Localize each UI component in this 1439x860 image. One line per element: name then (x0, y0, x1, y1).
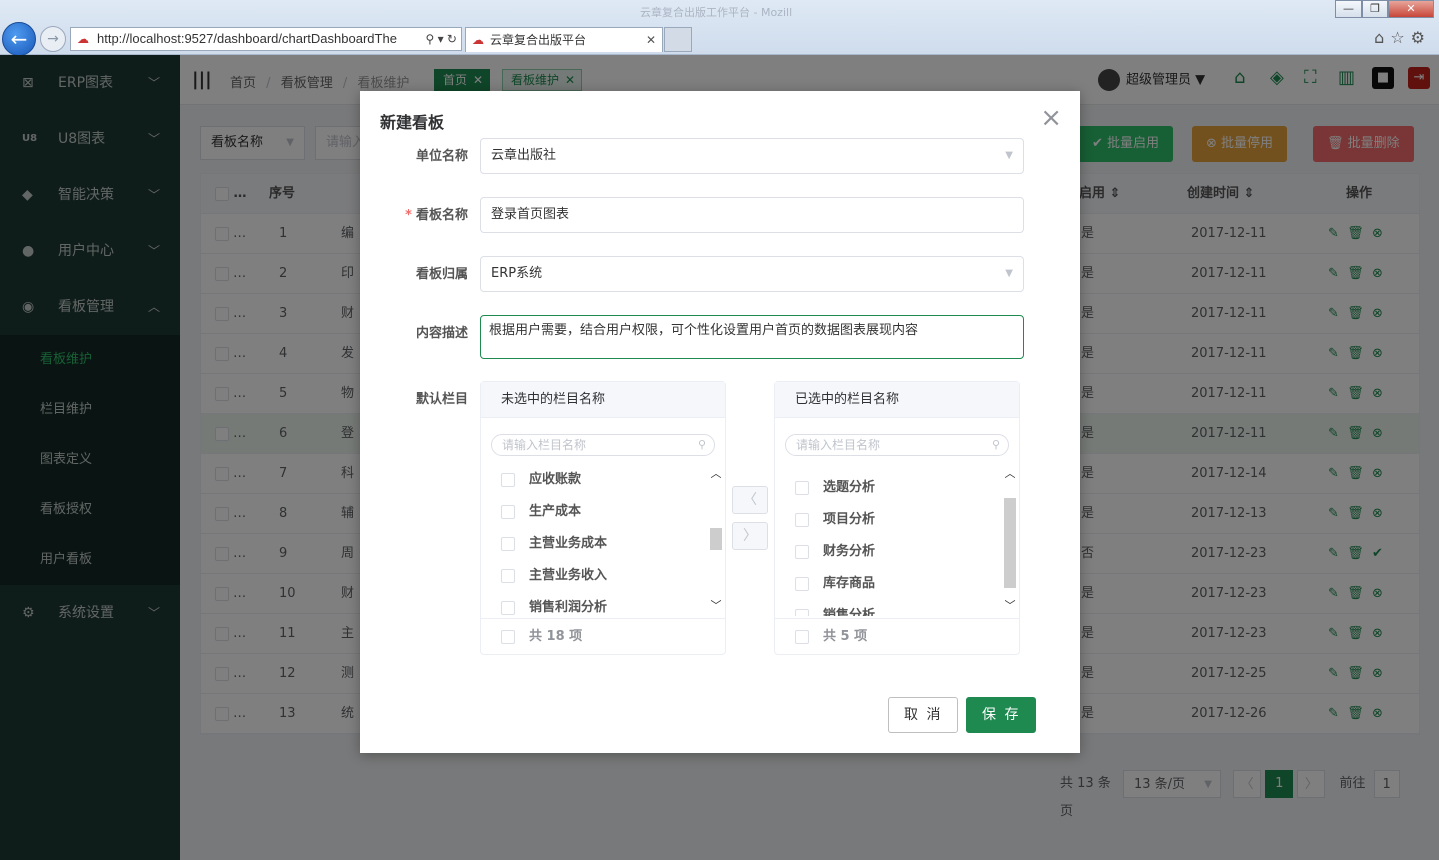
new-tab-button[interactable] (664, 27, 692, 52)
list-item[interactable]: 财务分析 (775, 536, 1003, 568)
browser-tab[interactable]: ☁ 云章复合出版平台 ✕ (465, 27, 663, 52)
search-icon: ⚲ (991, 438, 1000, 451)
list-item[interactable]: 销售利润分析 (481, 592, 709, 616)
close-window-button[interactable]: ✕ (1388, 0, 1434, 18)
move-left-button[interactable]: 〈 (732, 486, 768, 514)
right-list: 选题分析 项目分析 财务分析 库存商品 销售分析 (775, 472, 1003, 616)
forward-button[interactable]: → (40, 26, 66, 52)
minimize-button[interactable]: — (1335, 0, 1362, 18)
checkbox[interactable] (501, 473, 515, 487)
chevron-down-icon: ▼ (1005, 150, 1013, 161)
list-item-label: 应收账款 (529, 472, 582, 487)
left-search-input[interactable]: 请输入栏目名称 ⚲ (491, 434, 715, 456)
list-item-label: 库存商品 (823, 576, 876, 591)
left-select-all[interactable]: 共 18 项 (481, 618, 725, 654)
close-icon[interactable]: × (1040, 103, 1062, 133)
list-item[interactable]: 选题分析 (775, 472, 1003, 504)
checkbox[interactable] (795, 513, 809, 527)
columns-label: 默认栏目 (415, 392, 468, 407)
list-item[interactable]: 库存商品 (775, 568, 1003, 600)
browser-tools[interactable]: ⌂☆⚙ (1374, 28, 1431, 47)
window-title: 云章复合出版工作平台 - Mozill (640, 6, 793, 19)
scroll-down-icon[interactable]: ﹀ (709, 598, 723, 614)
checkbox[interactable] (795, 481, 809, 495)
scroll-up-icon[interactable]: ︿ (709, 466, 723, 482)
move-right-button[interactable]: 〉 (732, 522, 768, 550)
search-icon: ⚲ (697, 438, 706, 451)
left-search-placeholder: 请输入栏目名称 (502, 438, 587, 452)
checkbox[interactable] (501, 569, 515, 583)
list-item-label: 项目分析 (823, 512, 876, 527)
save-button[interactable]: 保 存 (966, 697, 1037, 733)
right-total: 共 5 项 (823, 629, 868, 644)
maximize-button[interactable]: ❐ (1362, 0, 1388, 18)
right-panel-title: 已选中的栏目名称 (775, 382, 1019, 418)
owner-label: 看板归属 (415, 267, 468, 282)
list-item-label: 主营业务收入 (529, 568, 608, 583)
back-button[interactable]: ← (2, 22, 36, 56)
list-item-label: 选题分析 (823, 480, 876, 495)
list-item[interactable]: 主营业务收入 (481, 560, 709, 592)
tab-title: 云章复合出版平台 (490, 33, 587, 47)
address-bar[interactable]: ☁ http://localhost:9527/dashboard/chartD… (70, 27, 462, 51)
left-panel-title: 未选中的栏目名称 (481, 382, 725, 418)
name-label: * 看板名称 (380, 206, 468, 226)
list-item-label: 销售分析 (823, 608, 876, 616)
list-item[interactable]: 生产成本 (481, 496, 709, 528)
checkbox[interactable] (501, 601, 515, 615)
list-item[interactable]: 应收账款 (481, 464, 709, 496)
right-search-input[interactable]: 请输入栏目名称 ⚲ (785, 434, 1009, 456)
unit-label: 单位名称 (415, 149, 468, 164)
scroll-thumb[interactable] (710, 528, 722, 550)
owner-select[interactable]: ERP系统 ▼ (480, 256, 1024, 292)
left-total: 共 18 项 (529, 629, 583, 644)
required-mark: * (405, 208, 412, 223)
checkbox[interactable] (795, 545, 809, 559)
list-item[interactable]: 销售分析 (775, 600, 1003, 616)
list-item-label: 财务分析 (823, 544, 876, 559)
owner-value: ERP系统 (491, 266, 543, 281)
url-text: http://localhost:9527/dashboard/chartDas… (97, 31, 397, 46)
left-scrollbar[interactable]: ︿ ﹀ (709, 466, 723, 614)
checkbox[interactable] (501, 630, 515, 644)
tab-site-icon: ☁ (472, 33, 484, 47)
transfer-right-panel: 已选中的栏目名称 请输入栏目名称 ⚲ 选题分析 项目分析 财务分析 库存商品 销售… (774, 381, 1020, 655)
chevron-down-icon: ▼ (1005, 268, 1013, 279)
list-item[interactable]: 主营业务成本 (481, 528, 709, 560)
dialog-title: 新建看板 (380, 113, 445, 132)
right-scrollbar[interactable]: ︿ ﹀ (1003, 466, 1017, 614)
checkbox[interactable] (795, 609, 809, 616)
unit-value: 云章出版社 (491, 148, 557, 163)
tab-close-icon[interactable]: ✕ (646, 28, 656, 52)
desc-textarea[interactable]: 根据用户需要，结合用户权限，可个性化设置用户首页的数据图表展现内容 (480, 315, 1024, 359)
browser-chrome: 云章复合出版工作平台 - Mozill — ❐ ✕ ← → ☁ http://l… (0, 0, 1439, 56)
list-item[interactable]: 项目分析 (775, 504, 1003, 536)
scroll-down-icon[interactable]: ﹀ (1003, 598, 1017, 614)
desc-label: 内容描述 (415, 326, 468, 341)
checkbox[interactable] (501, 505, 515, 519)
name-input[interactable]: 登录首页图表 (480, 197, 1024, 233)
checkbox[interactable] (795, 577, 809, 591)
left-list: 应收账款 生产成本 主营业务成本 主营业务收入 销售利润分析 (481, 464, 709, 616)
unit-select[interactable]: 云章出版社 ▼ (480, 138, 1024, 174)
checkbox[interactable] (501, 537, 515, 551)
scroll-up-icon[interactable]: ︿ (1003, 466, 1017, 482)
right-select-all[interactable]: 共 5 项 (775, 618, 1019, 654)
scroll-thumb[interactable] (1004, 498, 1016, 588)
cancel-button[interactable]: 取 消 (888, 697, 959, 733)
name-label-text: 看板名称 (415, 208, 468, 223)
list-item-label: 主营业务成本 (529, 536, 608, 551)
right-search-placeholder: 请输入栏目名称 (796, 438, 881, 452)
checkbox[interactable] (795, 630, 809, 644)
search-icon[interactable]: ⚲ ▾ ↻ (421, 28, 457, 50)
new-dashboard-dialog: 新建看板 × 单位名称 云章出版社 ▼ * 看板名称 登录首页图表 看板归属 ERP… (360, 91, 1080, 753)
transfer-left-panel: 未选中的栏目名称 请输入栏目名称 ⚲ 应收账款 生产成本 主营业务成本 主营业务收… (480, 381, 726, 655)
list-item-label: 销售利润分析 (529, 600, 608, 615)
list-item-label: 生产成本 (529, 504, 582, 519)
site-icon: ☁ (77, 32, 89, 46)
